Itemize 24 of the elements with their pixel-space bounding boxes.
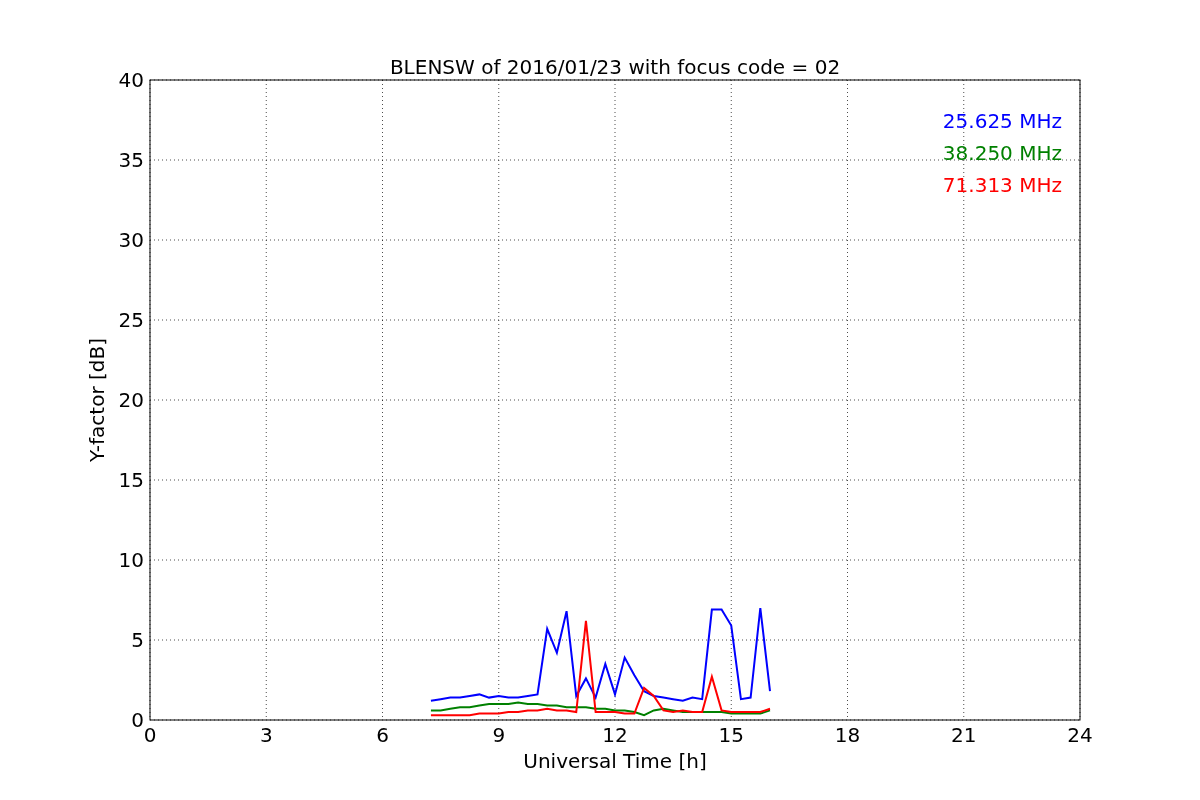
x-tick-label: 18 bbox=[834, 723, 861, 747]
chart-title: BLENSW of 2016/01/23 with focus code = 02 bbox=[389, 55, 841, 79]
y-tick-label: 5 bbox=[131, 628, 144, 652]
y-tick-label: 15 bbox=[118, 468, 144, 492]
x-tick-label: 15 bbox=[718, 723, 744, 747]
legend-label: 38.250 MHz bbox=[942, 141, 1062, 165]
y-tick-label: 40 bbox=[118, 68, 144, 92]
x-tick-label: 12 bbox=[602, 723, 628, 747]
x-tick-label: 6 bbox=[376, 723, 389, 747]
legend-label: 25.625 MHz bbox=[942, 109, 1062, 133]
x-tick-label: 21 bbox=[951, 723, 977, 747]
x-tick-label: 24 bbox=[1067, 723, 1093, 747]
y-tick-label: 20 bbox=[118, 388, 144, 412]
y-tick-label: 0 bbox=[131, 708, 144, 732]
x-tick-label: 3 bbox=[259, 723, 273, 747]
x-tick-label: 0 bbox=[143, 723, 157, 747]
legend-label: 71.313 MHz bbox=[942, 173, 1062, 197]
y-tick-label: 35 bbox=[118, 148, 144, 172]
y-axis-label: Y-factor [dB] bbox=[85, 338, 109, 462]
x-axis-label: Universal Time [h] bbox=[523, 749, 707, 773]
y-tick-label: 30 bbox=[118, 228, 144, 252]
y-tick-label: 25 bbox=[118, 308, 144, 332]
x-tick-label: 9 bbox=[492, 723, 506, 747]
y-tick-label: 10 bbox=[118, 548, 144, 572]
